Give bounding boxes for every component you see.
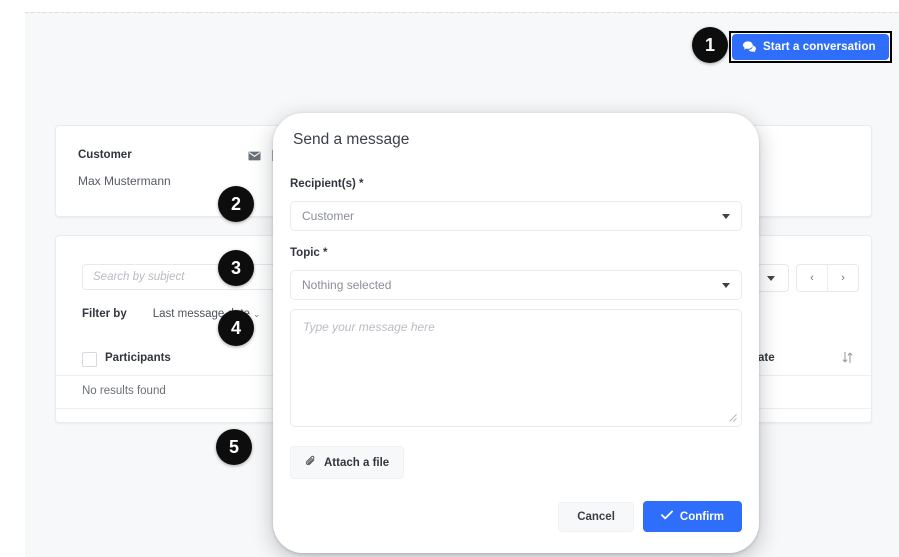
message-textarea[interactable] xyxy=(290,309,742,427)
cta-highlight-box: Start a conversation xyxy=(729,31,892,63)
recipient-select[interactable]: Customer xyxy=(290,201,742,231)
envelope-icon[interactable] xyxy=(248,148,261,166)
filter-by-label: Filter by xyxy=(82,308,127,320)
modal-title: Send a message xyxy=(293,131,410,148)
previous-page-button[interactable]: ‹ xyxy=(797,265,827,291)
next-page-button[interactable]: › xyxy=(827,265,858,291)
pagination-controls: ‹ › xyxy=(753,264,859,292)
customer-name: Max Mustermann xyxy=(78,174,171,188)
chevron-down-icon: ⌄ xyxy=(252,309,261,319)
column-header-date: ate xyxy=(758,352,775,364)
recipient-value: Customer xyxy=(302,209,355,223)
step-badge-1: 1 xyxy=(692,27,728,63)
chevron-down-icon xyxy=(767,275,775,281)
attach-a-file-label: Attach a file xyxy=(324,456,390,469)
send-message-modal: Send a message Recipient(s) * Customer T… xyxy=(273,113,759,553)
chevron-down-icon xyxy=(722,282,730,288)
column-header-participants: Participants xyxy=(105,352,171,364)
select-all-checkbox[interactable] xyxy=(82,352,97,367)
confirm-label: Confirm xyxy=(679,510,724,523)
modal-action-bar: Cancel Confirm xyxy=(558,501,742,532)
step-badge-4: 4 xyxy=(218,310,254,346)
step-badge-5: 5 xyxy=(216,429,252,465)
topic-label: Topic * xyxy=(290,247,328,259)
cancel-button[interactable]: Cancel xyxy=(558,501,634,532)
chevron-down-icon xyxy=(722,213,730,219)
page-root: Start a conversation Customer Max Muster… xyxy=(0,0,899,557)
check-icon xyxy=(660,510,673,523)
step-badge-3: 3 xyxy=(218,250,254,286)
page-header: Start a conversation xyxy=(25,13,899,91)
start-a-conversation-button[interactable]: Start a conversation xyxy=(732,34,889,60)
app-surface: Start a conversation Customer Max Muster… xyxy=(25,12,899,557)
customer-label: Customer xyxy=(78,149,132,161)
start-a-conversation-label: Start a conversation xyxy=(763,41,876,53)
topic-select[interactable]: Nothing selected xyxy=(290,270,742,300)
browser-chrome-strip xyxy=(0,0,899,12)
paperclip-icon xyxy=(305,455,316,470)
recipient-label: Recipient(s) * xyxy=(290,178,364,190)
page-nav-group: ‹ › xyxy=(796,264,859,292)
chat-bubble-icon xyxy=(743,41,756,53)
topic-value: Nothing selected xyxy=(302,278,392,292)
empty-state-text: No results found xyxy=(82,385,166,397)
sort-icon[interactable] xyxy=(842,351,853,369)
step-badge-2: 2 xyxy=(218,186,254,222)
confirm-button[interactable]: Confirm xyxy=(642,501,742,532)
attach-a-file-button[interactable]: Attach a file xyxy=(290,446,405,479)
